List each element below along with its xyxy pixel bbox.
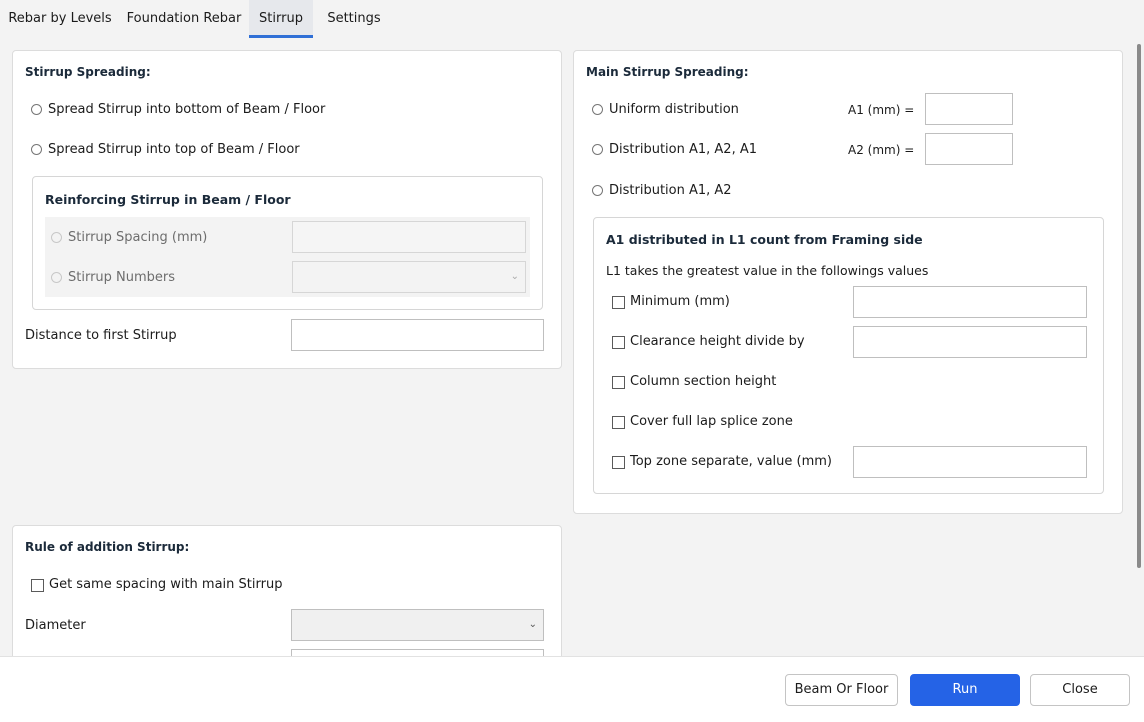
spread-top-radio[interactable] bbox=[31, 144, 42, 155]
distance-first-stirrup-label: Distance to first Stirrup bbox=[25, 328, 177, 343]
clearance-height-label: Clearance height divide by bbox=[630, 334, 805, 349]
tab-foundation-rebar[interactable]: Foundation Rebar bbox=[120, 0, 248, 38]
stirrup-spreading-title: Stirrup Spreading: bbox=[25, 65, 151, 79]
minimum-label: Minimum (mm) bbox=[630, 294, 730, 309]
stirrup-spacing-radio[interactable] bbox=[51, 232, 62, 243]
column-section-label: Column section height bbox=[630, 374, 777, 389]
stirrup-spreading-panel: Stirrup Spreading: Spread Stirrup into b… bbox=[12, 50, 562, 369]
diameter-label: Diameter bbox=[25, 618, 86, 633]
tab-stirrup[interactable]: Stirrup bbox=[249, 0, 313, 38]
spread-top-label: Spread Stirrup into top of Beam / Floor bbox=[48, 142, 300, 157]
close-button[interactable]: Close bbox=[1030, 674, 1130, 706]
run-button[interactable]: Run bbox=[910, 674, 1020, 706]
addition-stirrup-title: Rule of addition Stirrup: bbox=[25, 540, 190, 554]
top-zone-input[interactable] bbox=[853, 446, 1087, 478]
a1-label: A1 (mm) = bbox=[848, 103, 915, 117]
clearance-height-input[interactable] bbox=[853, 326, 1087, 358]
main-stirrup-title: Main Stirrup Spreading: bbox=[586, 65, 749, 79]
stirrup-numbers-radio[interactable] bbox=[51, 272, 62, 283]
reinforcing-stirrup-title: Reinforcing Stirrup in Beam / Floor bbox=[45, 192, 291, 207]
vertical-scrollbar[interactable] bbox=[1137, 44, 1141, 568]
beam-or-floor-button[interactable]: Beam Or Floor bbox=[785, 674, 898, 706]
tab-bar: Rebar by Levels Foundation Rebar Stirrup… bbox=[0, 0, 1144, 38]
same-spacing-label: Get same spacing with main Stirrup bbox=[49, 577, 283, 592]
a2-input[interactable] bbox=[925, 133, 1013, 165]
tab-rebar-by-levels[interactable]: Rebar by Levels bbox=[4, 0, 116, 38]
main-stirrup-panel: Main Stirrup Spreading: Uniform distribu… bbox=[573, 50, 1123, 514]
distribution-a1-a2-label: Distribution A1, A2 bbox=[609, 183, 732, 198]
top-zone-label: Top zone separate, value (mm) bbox=[630, 454, 832, 469]
minimum-input[interactable] bbox=[853, 286, 1087, 318]
l1-group-title: A1 distributed in L1 count from Framing … bbox=[606, 232, 923, 247]
addition-stirrup-panel: Rule of addition Stirrup: Get same spaci… bbox=[12, 525, 562, 681]
stirrup-spacing-label: Stirrup Spacing (mm) bbox=[68, 230, 208, 245]
distribution-a1-a2-a1-radio[interactable] bbox=[592, 144, 603, 155]
footer-bar: Beam Or Floor Run Close bbox=[0, 656, 1144, 722]
a2-label: A2 (mm) = bbox=[848, 143, 915, 157]
minimum-checkbox[interactable] bbox=[612, 296, 625, 309]
l1-note: L1 takes the greatest value in the follo… bbox=[606, 263, 929, 278]
uniform-distribution-label: Uniform distribution bbox=[609, 102, 739, 117]
reinforcing-stirrup-group: Reinforcing Stirrup in Beam / Floor Stir… bbox=[32, 176, 543, 310]
clearance-height-checkbox[interactable] bbox=[612, 336, 625, 349]
l1-distribution-group: A1 distributed in L1 count from Framing … bbox=[593, 217, 1104, 494]
distance-first-stirrup-input[interactable] bbox=[291, 319, 544, 351]
uniform-distribution-radio[interactable] bbox=[592, 104, 603, 115]
top-zone-checkbox[interactable] bbox=[612, 456, 625, 469]
chevron-down-icon: ⌄ bbox=[528, 618, 537, 630]
distribution-a1-a2-a1-label: Distribution A1, A2, A1 bbox=[609, 142, 757, 157]
column-section-checkbox[interactable] bbox=[612, 376, 625, 389]
a1-input[interactable] bbox=[925, 93, 1013, 125]
cover-lap-splice-label: Cover full lap splice zone bbox=[630, 414, 793, 429]
tab-settings[interactable]: Settings bbox=[319, 0, 389, 38]
diameter-select[interactable]: ⌄ bbox=[291, 609, 544, 641]
stirrup-numbers-label: Stirrup Numbers bbox=[68, 270, 176, 285]
stirrup-numbers-select[interactable]: ⌄ bbox=[292, 261, 526, 293]
distribution-a1-a2-radio[interactable] bbox=[592, 185, 603, 196]
stirrup-spacing-input[interactable] bbox=[292, 221, 526, 253]
cover-lap-splice-checkbox[interactable] bbox=[612, 416, 625, 429]
spread-bottom-label: Spread Stirrup into bottom of Beam / Flo… bbox=[48, 102, 326, 117]
chevron-down-icon: ⌄ bbox=[510, 270, 519, 282]
same-spacing-checkbox[interactable] bbox=[31, 579, 44, 592]
spread-bottom-radio[interactable] bbox=[31, 104, 42, 115]
